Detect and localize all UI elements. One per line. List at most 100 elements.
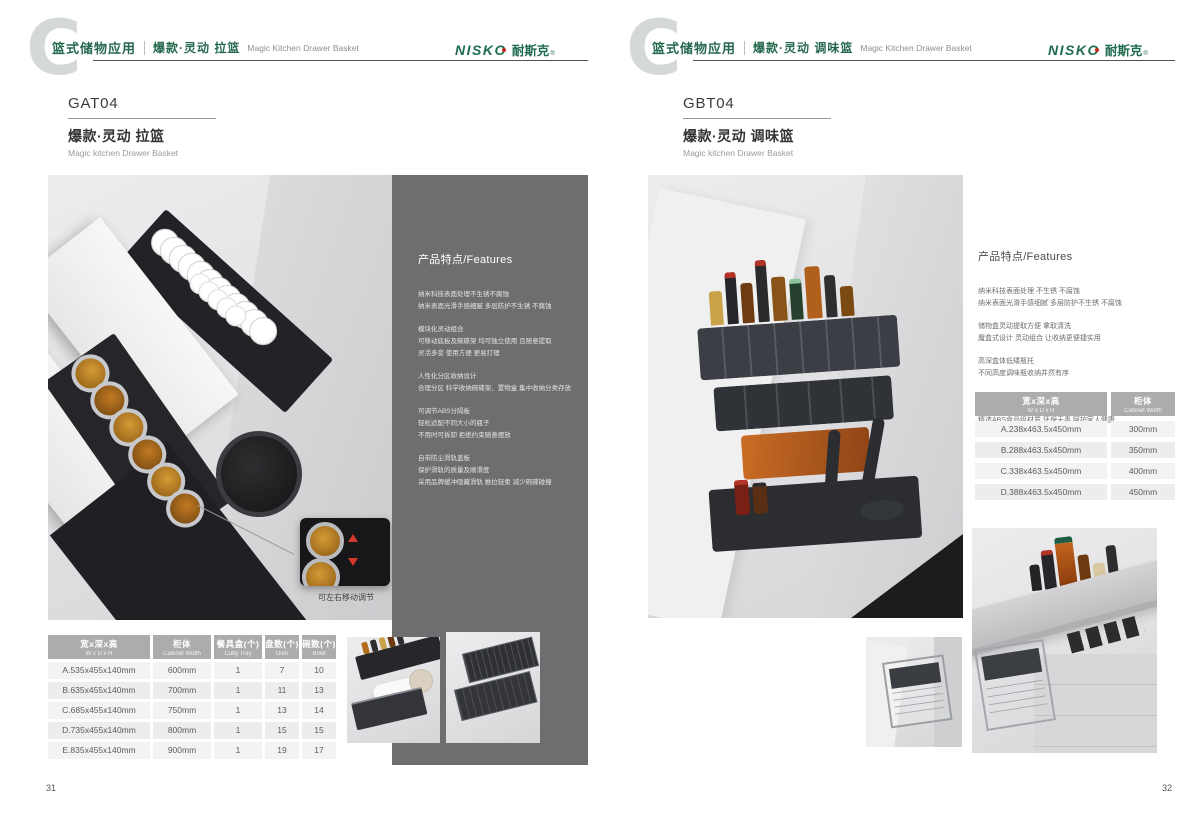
photo-organizer-box (697, 315, 900, 381)
spec-cell: 15 (302, 722, 336, 739)
feature-group: 储物盒灵动提取方便 拿取清洗 魔盒式设计 灵动组合 让收纳更便捷实用 (978, 321, 1178, 345)
photo-chrome-basket (882, 654, 953, 728)
features-heading: 产品特点/Features (978, 248, 1178, 264)
features-heading: 产品特点/Features (418, 251, 584, 267)
spec-cell: 750mm (153, 702, 211, 719)
brand-logo-latin: NISKO (455, 42, 507, 58)
feature-group: 自带防尘滑轨盖板 保护滑轨的质量及顺滑度 采用品牌缓冲隐藏滑轨 推拉轻柔 减少碗… (418, 453, 584, 489)
product-title-right: GBT04 爆款·灵动 调味篮 Magic kitchen Drawer Bas… (683, 95, 831, 158)
left-spec-table: 宽x深x高W x D x H 柜体Cabinet Width 餐具盒(个)Cut… (48, 635, 336, 759)
detail-inset-photo (300, 518, 390, 586)
right-spec-table: 宽x深x高W x D x H 柜体Cabinet Width A.238x463… (975, 392, 1175, 500)
brand-logo-cn: 耐斯克 (1105, 40, 1143, 59)
spec-cell: 300mm (1111, 421, 1175, 437)
header-category: 篮式储物应用 (52, 38, 136, 57)
brand-logo-latin: NISKO (1048, 42, 1100, 58)
photo-shape-rack (454, 671, 537, 721)
spec-cell: A.535x455x140mm (48, 662, 150, 679)
feature-group: 纳米科技表面处理不生锈不腐蚀 纳米表面光滑手感细腻 多层防护不生锈 不腐蚀 (418, 289, 584, 313)
page-header-right: 篮式储物应用 爆款·灵动 调味篮 Magic Kitchen Drawer Ba… (652, 38, 972, 57)
photo-sauce-bottle (752, 482, 768, 514)
spec-cell: 700mm (153, 682, 211, 699)
photo-bottles (706, 246, 908, 326)
arrow-down-icon (348, 558, 358, 566)
brand-logo: NISKO 耐斯克 ® (455, 40, 555, 59)
table-header-cell: 柜体Cabinet Width (1111, 392, 1175, 416)
product-name-cn: 爆款·灵动 拉篮 (68, 126, 216, 146)
spec-cell: 10 (302, 662, 336, 679)
feature-group: 可调节ABS分隔板 轻松适配不同大小的瓶子 不用时可拆卸 拒绝约束随意摆放 (418, 406, 584, 442)
spec-cell: 1 (214, 722, 262, 739)
header-rule (693, 60, 1175, 61)
page-number-left: 31 (46, 783, 56, 793)
spec-cell: 350mm (1111, 442, 1175, 458)
spec-cell: B.288x463.5x450mm (975, 442, 1107, 458)
spec-cell: C.685x455x140mm (48, 702, 150, 719)
product-name-cn: 爆款·灵动 调味篮 (683, 126, 831, 146)
header-divider (744, 41, 745, 55)
product-title-left: GAT04 爆款·灵动 拉篮 Magic kitchen Drawer Bask… (68, 95, 216, 158)
brand-logo-reg: ® (550, 51, 554, 57)
spec-cell: A.238x463.5x450mm (975, 421, 1107, 437)
feature-group: 模块化灵动组合 可移动底板及碗碟架 均可独立使用 且随意提取 灵活多变 使用方便… (418, 324, 584, 360)
inset-caption: 可左右移动调节 (286, 592, 392, 603)
header-rule (93, 60, 588, 61)
photo-pan (216, 431, 302, 517)
feature-group: 纳米科技表面处理 不生锈 不腐蚀 纳米表面光滑手感细腻 多层防护不生锈 不腐蚀 (978, 286, 1178, 310)
page-number-right: 32 (1162, 783, 1172, 793)
product-name-en: Magic kitchen Drawer Basket (683, 148, 831, 158)
header-subtitle-cn: 爆款·灵动 调味篮 (753, 39, 853, 56)
table-header-cell: 碗数(个)Bowl (302, 635, 336, 659)
spec-cell: E.835x455x140mm (48, 742, 150, 759)
brand-logo-reg: ® (1143, 51, 1147, 57)
brand-logo-cn: 耐斯克 (512, 40, 550, 59)
table-header-cell: 盘数(个)Dish (265, 635, 299, 659)
table-header-cell: 宽x深x高W x D x H (48, 635, 150, 659)
header-subtitle-en: Magic Kitchen Drawer Basket (247, 43, 359, 53)
spec-cell: 13 (302, 682, 336, 699)
thumb-photo-right-small (866, 637, 962, 747)
table-header-cell: 柜体Cabinet Width (153, 635, 211, 659)
spec-cell: C.338x463.5x450mm (975, 463, 1107, 479)
spec-cell: 800mm (153, 722, 211, 739)
model-code: GBT04 (683, 95, 831, 112)
header-subtitle-en: Magic Kitchen Drawer Basket (860, 43, 972, 53)
spec-cell: 1 (214, 742, 262, 759)
inset-jar (302, 558, 340, 586)
main-photo-left: 可左右移动调节 (48, 175, 392, 620)
photo-chrome-basket (974, 639, 1056, 731)
catalog-spread: C 篮式储物应用 爆款·灵动 拉篮 Magic Kitchen Drawer B… (0, 0, 1200, 820)
logo-red-dot (502, 48, 506, 52)
spec-cell: 450mm (1111, 484, 1175, 500)
header-divider (144, 41, 145, 55)
spec-cell: 15 (265, 722, 299, 739)
thumb-photo-left-2 (446, 632, 540, 743)
thumb-photo-right-large (972, 528, 1157, 753)
photo-sauce-bottle (734, 479, 750, 515)
feature-group: 高深盒体低矮瓶托 不同高度调味瓶收纳井然有序 (978, 356, 1178, 380)
title-rule (683, 118, 831, 119)
spec-cell: 900mm (153, 742, 211, 759)
thumb-photo-left-1 (347, 637, 440, 743)
product-name-en: Magic kitchen Drawer Basket (68, 148, 216, 158)
brand-logo: NISKO 耐斯克 ® (1048, 40, 1148, 59)
spec-cell: 11 (265, 682, 299, 699)
table-header-cell: 宽x深x高W x D x H (975, 392, 1107, 416)
arrow-up-icon (348, 534, 358, 542)
inset-jar (306, 522, 344, 560)
feature-group: 人性化分区收纳设计 合理分区 科学收纳碗碟架、置物盒 集中收纳分类存放 (418, 371, 584, 395)
model-code: GAT04 (68, 95, 216, 112)
title-rule (68, 118, 216, 119)
main-photo-right (648, 175, 963, 618)
photo-spice-basket (692, 246, 925, 570)
page-header-left: 篮式储物应用 爆款·灵动 拉篮 Magic Kitchen Drawer Bas… (52, 38, 359, 57)
header-subtitle-cn: 爆款·灵动 拉篮 (153, 39, 240, 56)
header-category: 篮式储物应用 (652, 38, 736, 57)
spec-cell: D.735x455x140mm (48, 722, 150, 739)
spec-cell: 13 (265, 702, 299, 719)
photo-shape-tray (351, 687, 427, 730)
spec-cell: 17 (302, 742, 336, 759)
spec-cell: 1 (214, 702, 262, 719)
spec-cell: D.388x463.5x450mm (975, 484, 1107, 500)
spec-cell: 1 (214, 662, 262, 679)
